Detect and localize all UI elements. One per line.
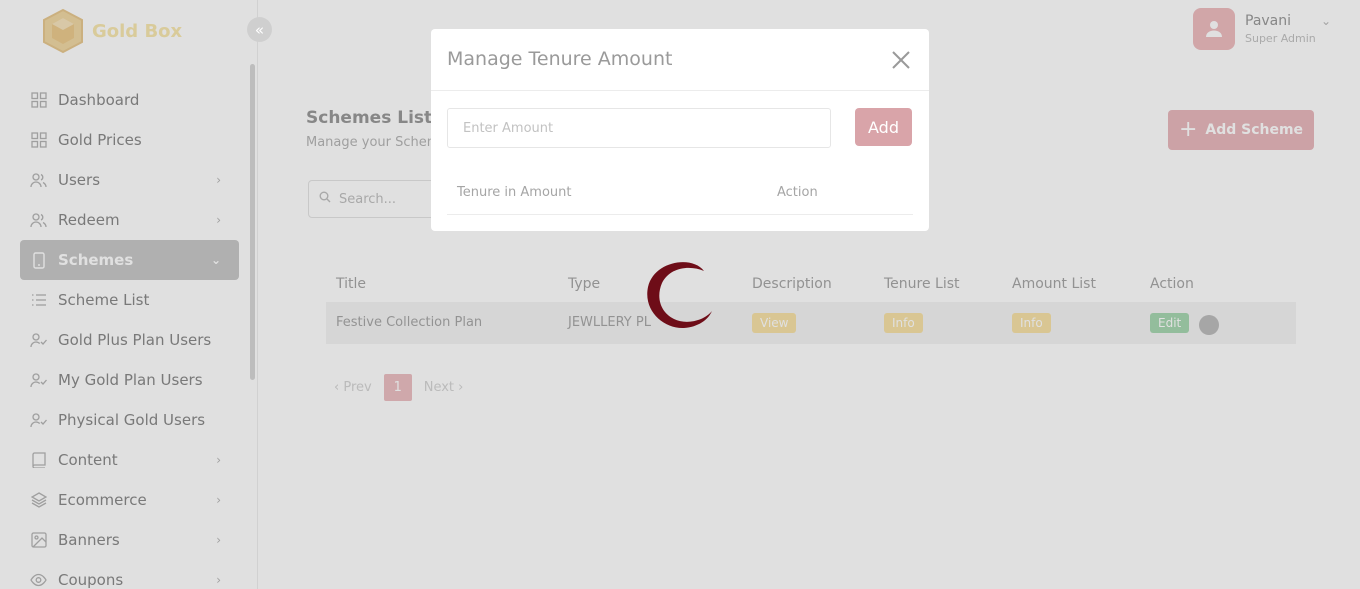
close-icon[interactable] xyxy=(890,49,912,71)
column-header-tenure-in-amount: Tenure in Amount xyxy=(457,185,572,200)
column-header-action: Action xyxy=(777,185,818,200)
modal-header: Manage Tenure Amount xyxy=(431,29,929,91)
manage-tenure-amount-modal: Manage Tenure Amount Add Tenure in Amoun… xyxy=(431,29,929,231)
modal-title: Manage Tenure Amount xyxy=(447,48,673,70)
add-amount-button[interactable]: Add xyxy=(855,108,912,146)
sidebar-collapse-button[interactable]: « xyxy=(247,17,272,42)
double-chevron-left-icon: « xyxy=(254,20,265,39)
loading-spinner-icon xyxy=(647,262,712,329)
amount-input[interactable] xyxy=(447,108,831,148)
tenure-amount-table-header: Tenure in Amount Action xyxy=(447,177,913,215)
